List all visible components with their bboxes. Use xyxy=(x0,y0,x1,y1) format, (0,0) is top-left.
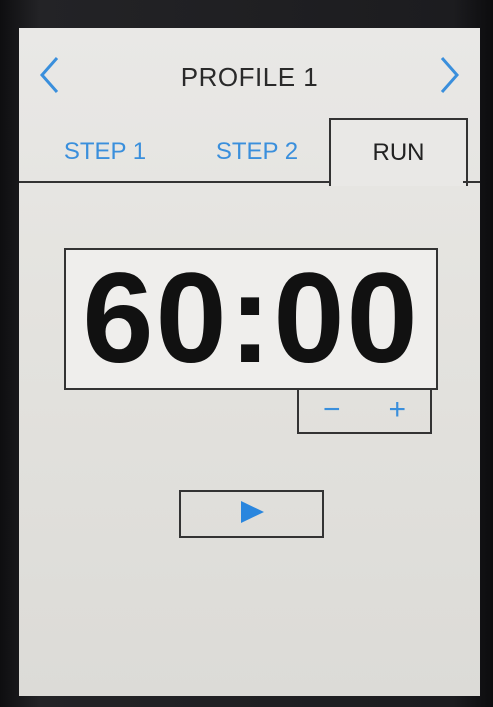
timer-adjust-group: − + xyxy=(297,388,432,434)
tab-step-1[interactable]: STEP 1 xyxy=(41,121,169,183)
tab-divider xyxy=(463,181,480,183)
increment-button[interactable]: + xyxy=(365,388,431,432)
play-icon xyxy=(238,499,266,530)
tab-step-2[interactable]: STEP 2 xyxy=(191,121,323,183)
tab-divider xyxy=(19,181,331,183)
prev-profile-button[interactable] xyxy=(29,54,69,100)
decrement-button[interactable]: − xyxy=(299,388,365,432)
chevron-left-icon xyxy=(38,55,60,100)
chevron-right-icon xyxy=(439,55,461,100)
timer-display[interactable]: 60:00 xyxy=(64,248,438,390)
timer-value: 60:00 xyxy=(82,247,420,390)
next-profile-button[interactable] xyxy=(430,54,470,100)
page-title: PROFILE 1 xyxy=(180,62,319,92)
touch-screen: PROFILE 1 STEP 1 STEP 2 RUN 60:00 − + xyxy=(19,28,480,696)
tab-run[interactable]: RUN xyxy=(329,118,468,186)
play-button[interactable] xyxy=(179,490,324,538)
tab-bar: STEP 1 STEP 2 RUN xyxy=(19,118,480,186)
